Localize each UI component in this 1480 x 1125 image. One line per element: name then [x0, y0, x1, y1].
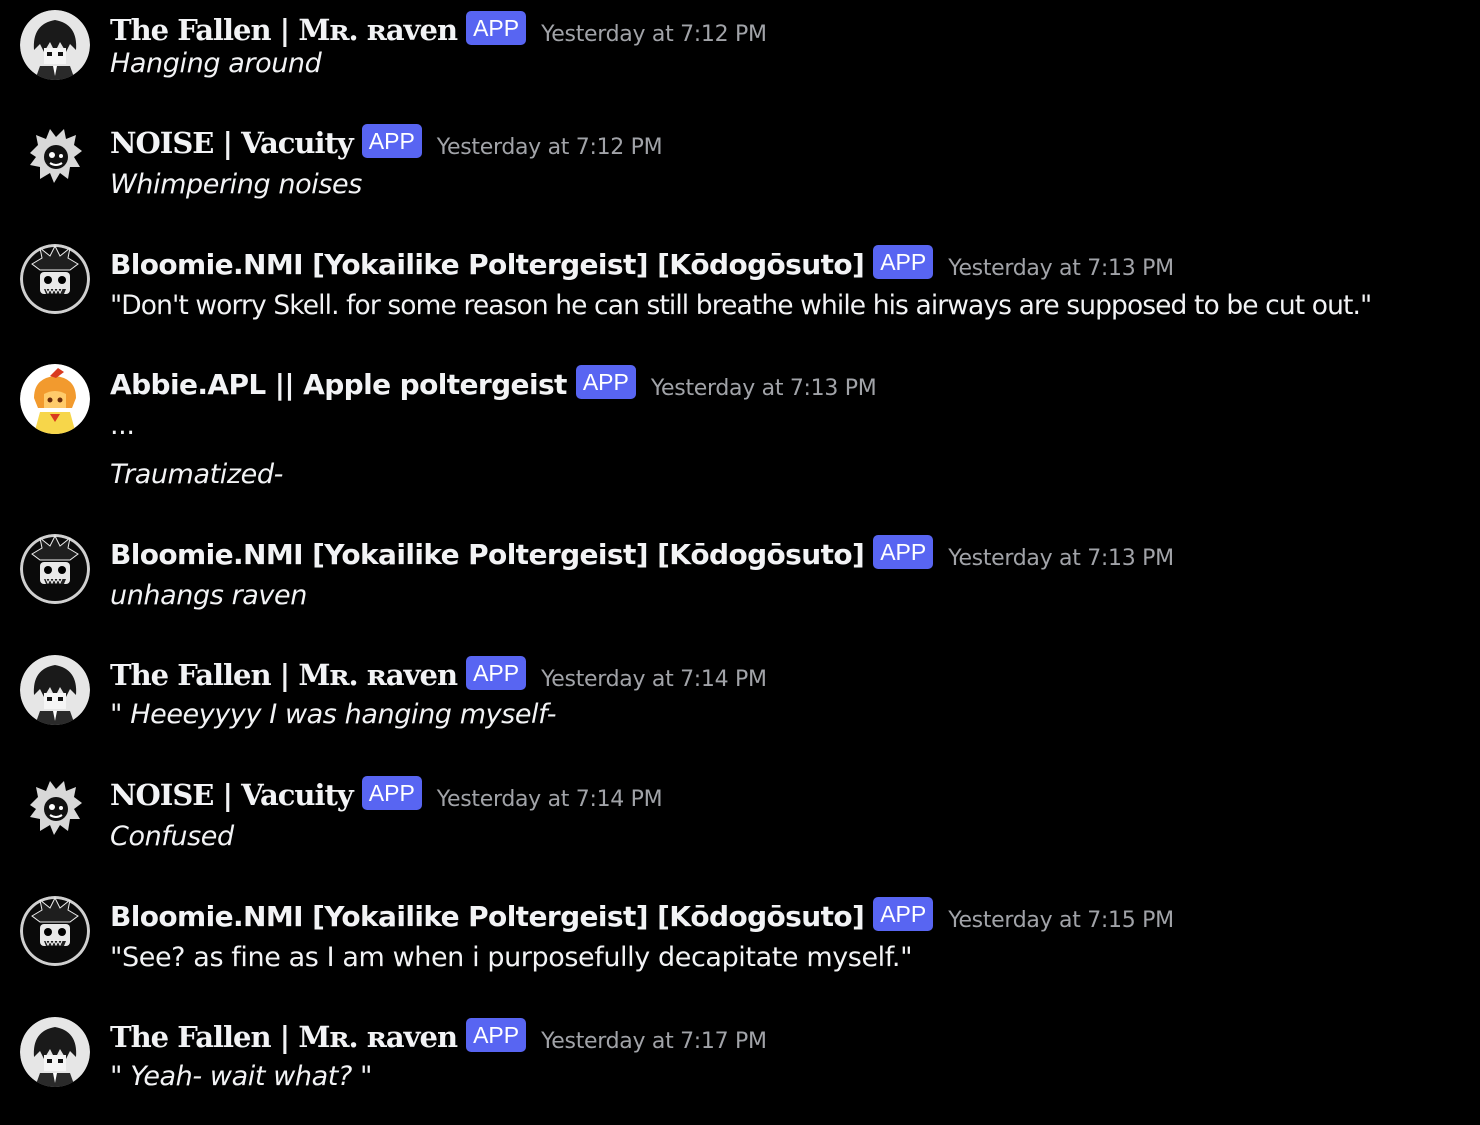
timestamp[interactable]: Yesterday at 7:15 PM: [948, 908, 1174, 933]
message-text: ...: [110, 410, 135, 441]
message-text: "Don't worry Skell. for some reason he c…: [110, 290, 1372, 321]
message-text: Hanging around: [110, 48, 322, 79]
user-avatar[interactable]: [20, 534, 90, 604]
user-avatar[interactable]: [20, 1017, 90, 1087]
username[interactable]: Bloomie.NMI [Yokailike Poltergeist] [Kōd…: [110, 538, 865, 571]
username[interactable]: Abbie.APL || Apple poltergeist: [110, 368, 567, 401]
app-badge: APP: [361, 124, 422, 158]
user-avatar[interactable]: [20, 10, 90, 80]
user-avatar[interactable]: [20, 364, 90, 434]
username[interactable]: The Fallen | Mʀ. ʀaven: [110, 1020, 458, 1054]
message-header: The Fallen | Mʀ. ʀaven APP Yesterday at …: [110, 10, 767, 50]
username[interactable]: NOISE | Vacuity: [110, 126, 354, 160]
user-avatar[interactable]: [20, 775, 90, 845]
app-badge: APP: [466, 11, 527, 45]
timestamp[interactable]: Yesterday at 7:17 PM: [541, 1029, 767, 1054]
timestamp[interactable]: Yesterday at 7:14 PM: [541, 667, 767, 692]
timestamp[interactable]: Yesterday at 7:13 PM: [651, 376, 877, 401]
message-header: The Fallen | Mʀ. ʀaven APP Yesterday at …: [110, 1017, 767, 1057]
message-text: " Yeah- wait what? ": [110, 1061, 373, 1092]
message-header: The Fallen | Mʀ. ʀaven APP Yesterday at …: [110, 655, 767, 695]
message-text: " Heeeyyyy I was hanging myself-: [110, 699, 557, 730]
timestamp[interactable]: Yesterday at 7:12 PM: [437, 135, 663, 160]
user-avatar[interactable]: [20, 123, 90, 193]
app-badge: APP: [873, 535, 934, 569]
username[interactable]: NOISE | Vacuity: [110, 778, 354, 812]
message-text: unhangs raven: [110, 580, 307, 611]
app-badge: APP: [466, 656, 527, 690]
message-header: NOISE | Vacuity APP Yesterday at 7:14 PM: [110, 775, 663, 815]
timestamp[interactable]: Yesterday at 7:14 PM: [437, 787, 663, 812]
username[interactable]: The Fallen | Mʀ. ʀaven: [110, 658, 458, 692]
user-avatar[interactable]: [20, 655, 90, 725]
username[interactable]: The Fallen | Mʀ. ʀaven: [110, 13, 458, 47]
username[interactable]: Bloomie.NMI [Yokailike Poltergeist] [Kōd…: [110, 900, 865, 933]
message-text: Confused: [110, 821, 234, 852]
app-badge: APP: [873, 245, 934, 279]
timestamp[interactable]: Yesterday at 7:13 PM: [948, 256, 1174, 281]
timestamp[interactable]: Yesterday at 7:13 PM: [948, 546, 1174, 571]
username[interactable]: Bloomie.NMI [Yokailike Poltergeist] [Kōd…: [110, 248, 865, 281]
message-text: Whimpering noises: [110, 169, 362, 200]
app-badge: APP: [466, 1018, 527, 1052]
message-text: "See? as fine as I am when i purposefull…: [110, 942, 913, 973]
message-header: Abbie.APL || Apple poltergeist APP Yeste…: [110, 364, 877, 404]
user-avatar[interactable]: [20, 244, 90, 314]
message-text: Traumatized-: [110, 459, 283, 490]
message-header: Bloomie.NMI [Yokailike Poltergeist] [Kōd…: [110, 244, 1174, 284]
timestamp[interactable]: Yesterday at 7:12 PM: [541, 22, 767, 47]
message-header: Bloomie.NMI [Yokailike Poltergeist] [Kōd…: [110, 534, 1174, 574]
app-badge: APP: [361, 776, 422, 810]
app-badge: APP: [575, 365, 636, 399]
app-badge: APP: [873, 897, 934, 931]
message-header: NOISE | Vacuity APP Yesterday at 7:12 PM: [110, 123, 663, 163]
user-avatar[interactable]: [20, 896, 90, 966]
message-header: Bloomie.NMI [Yokailike Poltergeist] [Kōd…: [110, 896, 1174, 936]
